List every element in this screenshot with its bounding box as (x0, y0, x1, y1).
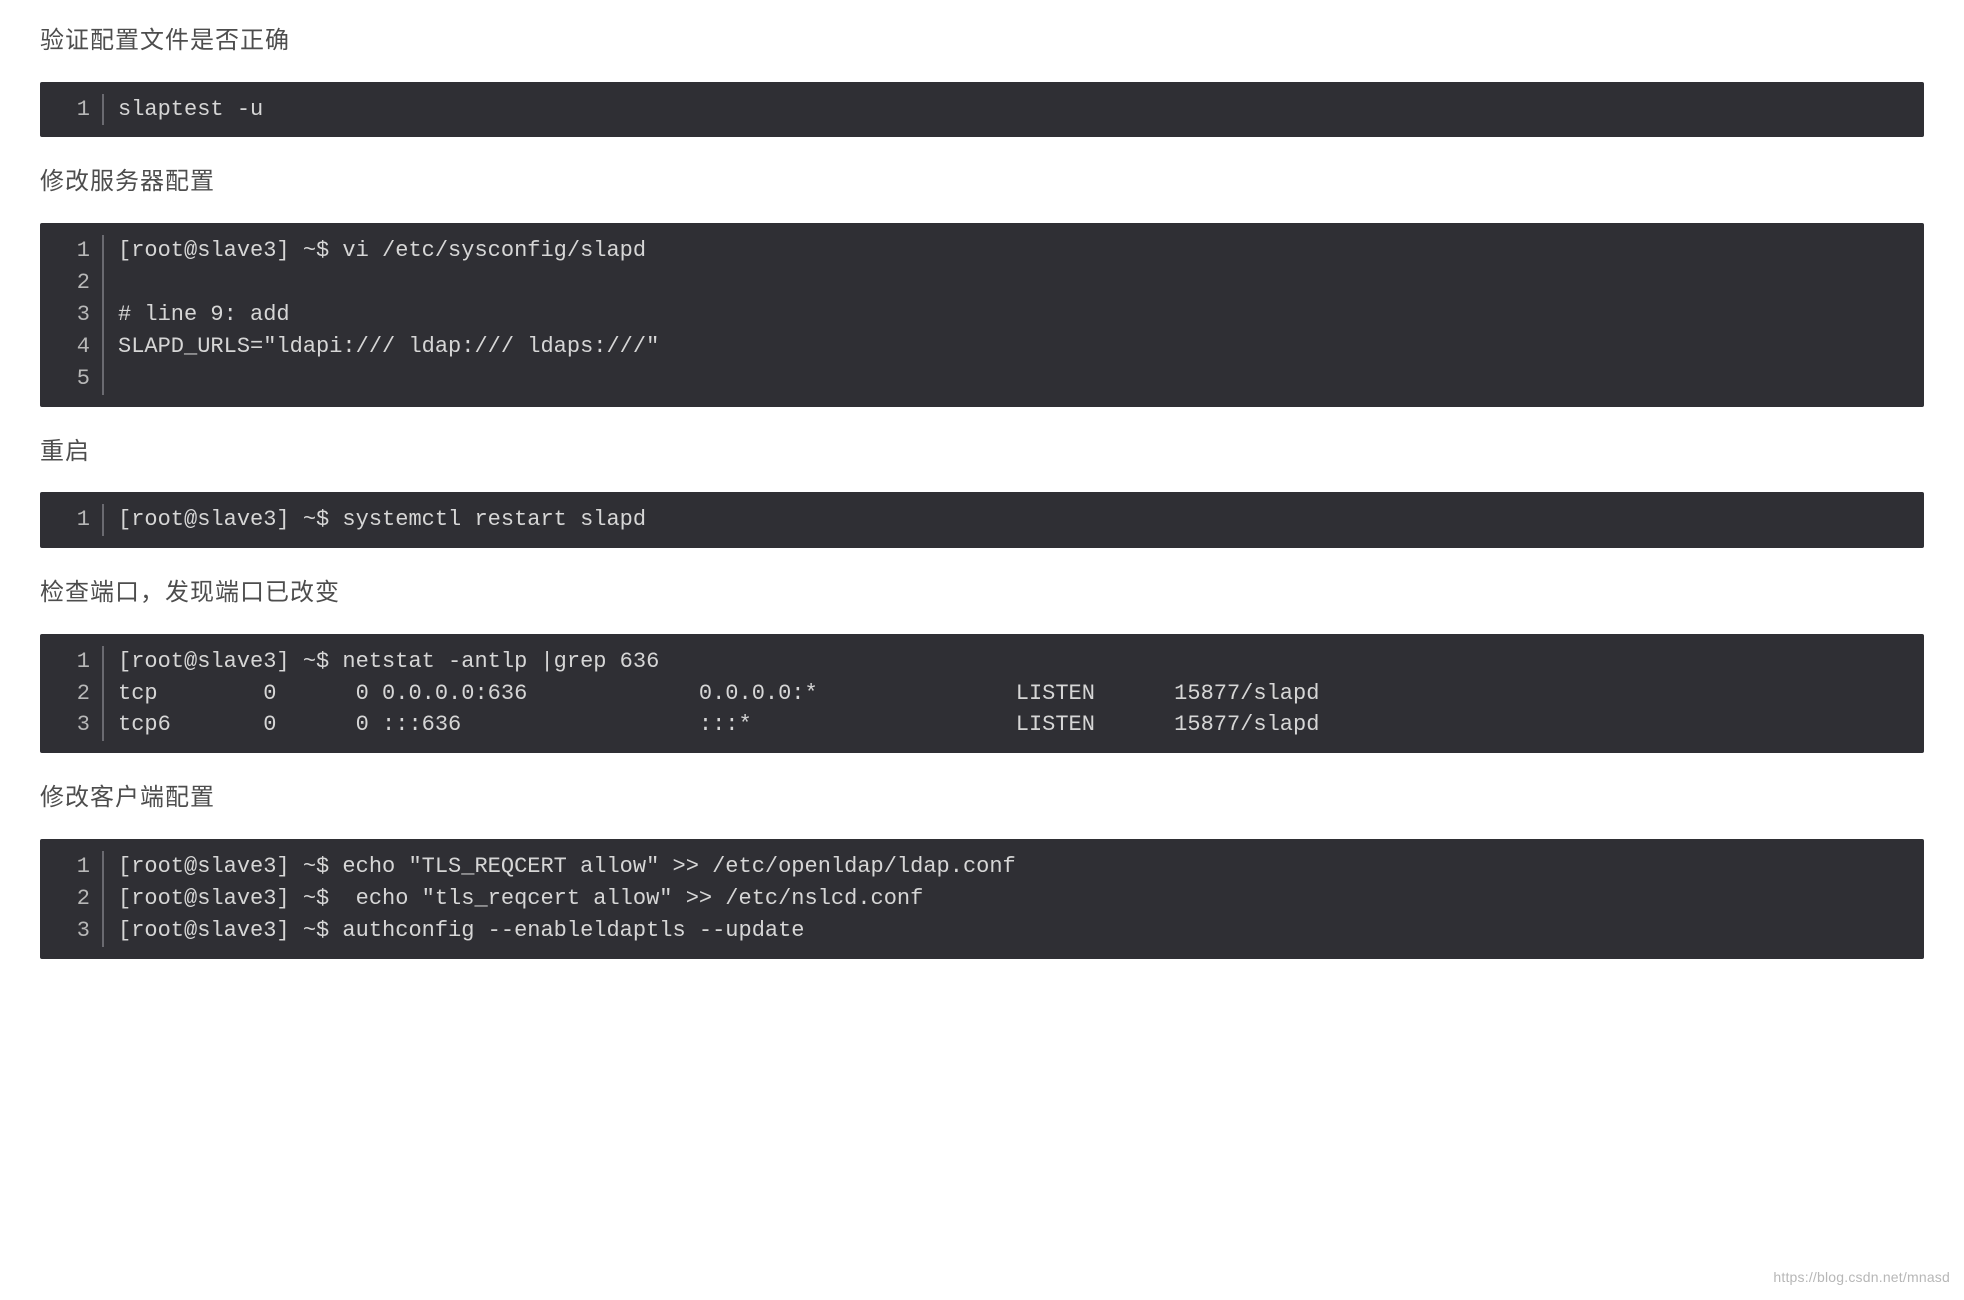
line-number: 1 (40, 94, 102, 126)
line-numbers: 1 (40, 82, 102, 138)
line-number: 3 (40, 915, 102, 947)
paragraph-modify-server: 修改服务器配置 (40, 159, 1924, 205)
line-number: 4 (40, 331, 102, 363)
line-number: 1 (40, 235, 102, 267)
line-number: 1 (40, 504, 102, 536)
line-number: 2 (40, 267, 102, 299)
line-number: 2 (40, 678, 102, 710)
paragraph-verify-config: 验证配置文件是否正确 (40, 18, 1924, 64)
code-block-netstat: 123 [root@slave3] ~$ netstat -antlp |gre… (40, 634, 1924, 754)
line-numbers: 123 (40, 839, 102, 959)
paragraph-modify-client: 修改客户端配置 (40, 775, 1924, 821)
code-content: [root@slave3] ~$ vi /etc/sysconfig/slapd… (104, 223, 1924, 406)
line-number: 1 (40, 851, 102, 883)
watermark: https://blog.csdn.net/mnasd (1773, 1265, 1950, 1290)
paragraph-check-port: 检查端口，发现端口已改变 (40, 570, 1924, 616)
line-number: 3 (40, 299, 102, 331)
line-number: 5 (40, 363, 102, 395)
code-block-restart: 1 [root@slave3] ~$ systemctl restart sla… (40, 492, 1924, 548)
code-block-slapd-config: 12345 [root@slave3] ~$ vi /etc/sysconfig… (40, 223, 1924, 406)
code-content: [root@slave3] ~$ echo "TLS_REQCERT allow… (104, 839, 1924, 959)
code-content: slaptest -u (104, 82, 1924, 138)
code-block-client-config: 123 [root@slave3] ~$ echo "TLS_REQCERT a… (40, 839, 1924, 959)
code-block-slaptest: 1 slaptest -u (40, 82, 1924, 138)
line-number: 3 (40, 709, 102, 741)
paragraph-restart: 重启 (40, 429, 1924, 475)
code-content: [root@slave3] ~$ netstat -antlp |grep 63… (104, 634, 1924, 754)
line-numbers: 1 (40, 492, 102, 548)
code-content: [root@slave3] ~$ systemctl restart slapd (104, 492, 1924, 548)
line-numbers: 12345 (40, 223, 102, 406)
line-numbers: 123 (40, 634, 102, 754)
line-number: 1 (40, 646, 102, 678)
line-number: 2 (40, 883, 102, 915)
